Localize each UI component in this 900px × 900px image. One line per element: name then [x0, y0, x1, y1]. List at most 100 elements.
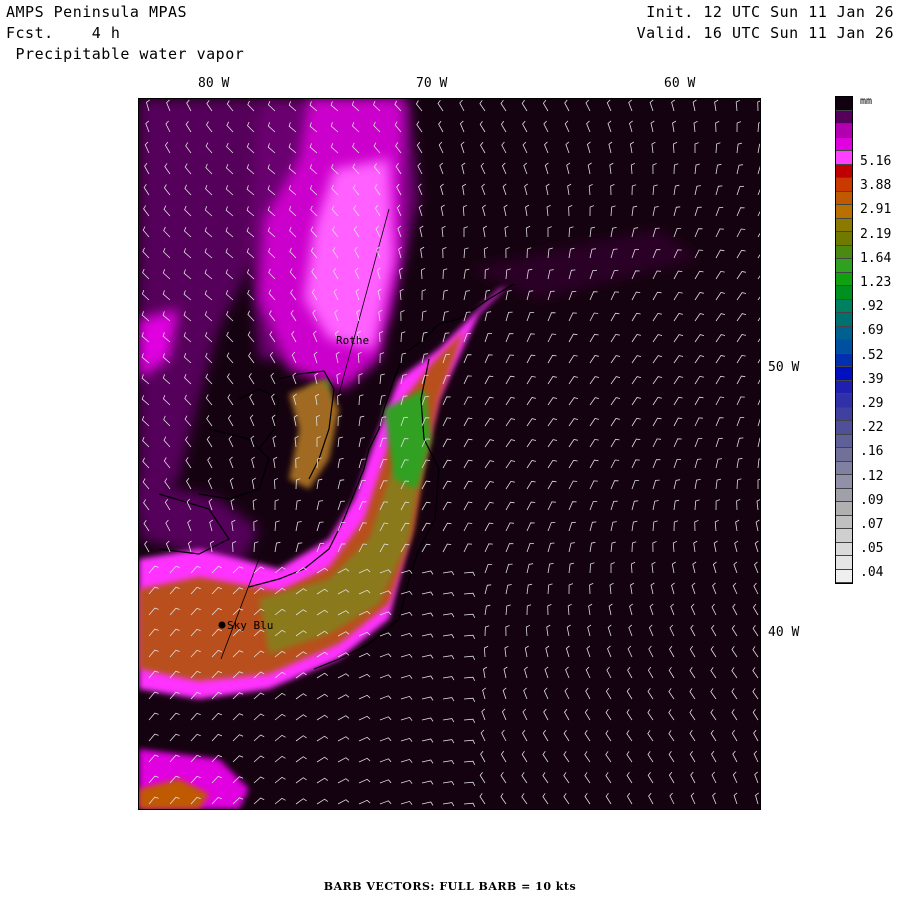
legend-label: .92 [860, 299, 884, 315]
wind-barb [358, 799, 371, 805]
wind-barb [689, 666, 696, 679]
wind-barb [463, 354, 472, 364]
pwv-field [139, 99, 699, 809]
wind-barb [524, 666, 528, 679]
wind-barb [652, 479, 660, 490]
wind-barb [568, 226, 574, 238]
wind-barb [711, 603, 717, 616]
wind-barb [692, 99, 697, 112]
wind-barb [608, 603, 613, 616]
wind-barb [565, 141, 570, 154]
wind-barb [379, 352, 385, 364]
wind-barb [421, 591, 434, 596]
wind-barb [442, 501, 452, 511]
wind-barb [400, 674, 413, 679]
wind-barb [358, 673, 371, 679]
legend-swatch [836, 191, 852, 205]
wind-barb [442, 543, 452, 553]
wind-barb [694, 313, 705, 322]
wind-barb [207, 456, 213, 469]
legend-label: .07 [860, 517, 884, 532]
wind-barb [274, 499, 279, 511]
wind-barb [647, 709, 654, 721]
wind-barb [668, 666, 675, 679]
wind-barb [316, 777, 329, 784]
wind-barb [190, 712, 201, 721]
wind-barb [417, 162, 423, 175]
wind-barb [753, 729, 759, 742]
wind-barb [736, 334, 746, 343]
wind-barb [694, 499, 700, 511]
wind-barb [148, 733, 159, 742]
legend-label: 2.19 [860, 226, 892, 242]
wind-barb [605, 792, 612, 805]
wind-barb [736, 499, 741, 511]
wind-barb [610, 459, 620, 469]
wind-barb [462, 183, 467, 196]
wind-barb [442, 480, 452, 490]
wind-barb [505, 584, 512, 595]
legend-swatch [836, 515, 852, 529]
wind-barb [631, 355, 642, 364]
wind-barb [504, 645, 509, 658]
wind-barb [295, 521, 302, 532]
wind-barb [463, 417, 473, 427]
wind-barb [526, 333, 535, 343]
wind-barb [526, 583, 533, 595]
wind-barb [757, 458, 760, 469]
legend-swatch [836, 151, 852, 165]
wind-barb [253, 797, 265, 805]
wind-barb [421, 696, 434, 701]
wind-barb [712, 582, 717, 595]
wind-barb [736, 142, 743, 154]
wind-barb [715, 292, 725, 301]
wind-barb [442, 760, 455, 765]
wind-barb [400, 310, 405, 322]
legend-swatch [836, 124, 852, 138]
wind-barb [752, 603, 759, 616]
wind-barb [629, 120, 633, 133]
legend-swatch [836, 529, 852, 543]
wind-barb [230, 498, 235, 511]
wind-barb [757, 210, 760, 217]
wind-barb [584, 708, 591, 721]
wind-barb [542, 793, 549, 805]
wind-barb [316, 672, 329, 679]
wind-barb [523, 687, 528, 700]
wind-barb [505, 543, 514, 553]
wind-barb [757, 296, 760, 301]
wind-barb [755, 792, 759, 805]
wind-barb [505, 501, 515, 511]
wind-barb [668, 709, 675, 721]
wind-barb [609, 582, 614, 595]
wind-barb [565, 666, 570, 679]
wind-barb [421, 543, 431, 553]
pwv-olive-west [289, 379, 339, 489]
wind-barb [252, 498, 257, 511]
wind-barb [694, 163, 700, 175]
legend-swatch [836, 97, 852, 111]
wind-barb [673, 417, 683, 427]
wind-barb [463, 375, 472, 385]
wind-barb [589, 459, 599, 469]
wind-barb [253, 713, 265, 721]
wind-barb [568, 459, 578, 469]
wind-barb [421, 654, 434, 659]
wind-barb [694, 396, 704, 406]
wind-barb [547, 439, 558, 448]
wind-barb [673, 163, 679, 175]
wind-barb [270, 372, 276, 385]
wind-barb [526, 418, 537, 427]
wind-barb [274, 797, 286, 805]
wind-barb [736, 228, 746, 238]
wind-barb [274, 541, 281, 553]
valid-time: Valid. 16 UTC Sun 11 Jan 26 [636, 24, 894, 42]
wind-barb [358, 373, 363, 385]
wind-barb [463, 697, 476, 702]
wind-barb [545, 645, 550, 658]
legend-swatch [836, 461, 852, 475]
wind-barb [757, 317, 760, 322]
wind-barb [652, 376, 663, 385]
wind-barb [484, 333, 493, 343]
wind-barb [587, 162, 592, 175]
